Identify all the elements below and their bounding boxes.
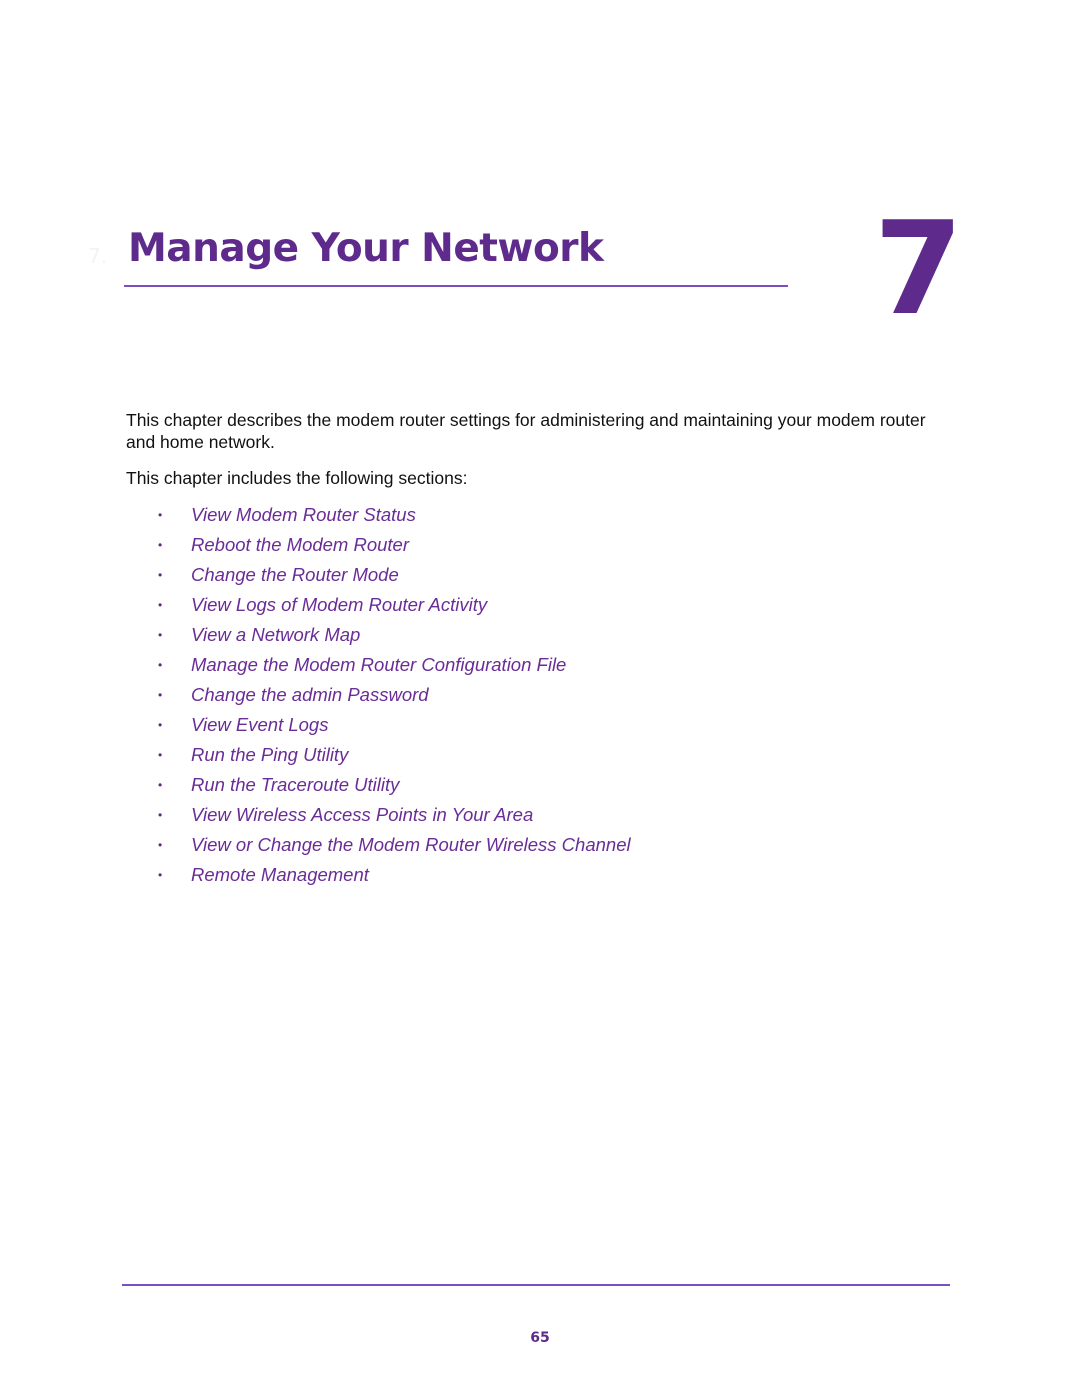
section-link-remote-management[interactable]: Remote Management	[191, 862, 369, 888]
bullet-icon: •	[158, 568, 163, 582]
section-link-ping-utility[interactable]: Run the Ping Utility	[191, 742, 348, 768]
section-link-configuration-file[interactable]: Manage the Modem Router Configuration Fi…	[191, 652, 566, 678]
bullet-icon: •	[158, 538, 163, 552]
section-link-traceroute-utility[interactable]: Run the Traceroute Utility	[191, 772, 399, 798]
section-item: • Change the Router Mode	[150, 560, 631, 590]
chapter-ghost-label: 7.	[88, 244, 108, 268]
section-item: • Manage the Modem Router Configuration F…	[150, 650, 631, 680]
section-list: • View Modem Router Status • Reboot the Mo…	[150, 500, 631, 890]
bullet-icon: •	[158, 508, 163, 522]
section-item: • Run the Traceroute Utility	[150, 770, 631, 800]
sections-lead: This chapter includes the following sect…	[126, 468, 468, 488]
section-link-view-event-logs[interactable]: View Event Logs	[191, 712, 328, 738]
section-link-change-router-mode[interactable]: Change the Router Mode	[191, 562, 399, 588]
section-link-view-network-map[interactable]: View a Network Map	[191, 622, 360, 648]
section-item: • Reboot the Modem Router	[150, 530, 631, 560]
intro-paragraph: This chapter describes the modem router …	[126, 410, 926, 452]
footer-divider	[122, 1284, 950, 1286]
bullet-icon: •	[158, 688, 163, 702]
bullet-icon: •	[158, 718, 163, 732]
section-item: • View a Network Map	[150, 620, 631, 650]
section-item: • Change the admin Password	[150, 680, 631, 710]
chapter-number: 7	[874, 195, 964, 344]
section-link-reboot-modem-router[interactable]: Reboot the Modem Router	[191, 532, 409, 558]
bullet-icon: •	[158, 868, 163, 882]
bullet-icon: •	[158, 808, 163, 822]
title-divider	[124, 285, 788, 287]
bullet-icon: •	[158, 748, 163, 762]
section-item: • View Modem Router Status	[150, 500, 631, 530]
bullet-icon: •	[158, 778, 163, 792]
bullet-icon: •	[158, 658, 163, 672]
page-number: 65	[530, 1330, 550, 1346]
bullet-icon: •	[158, 628, 163, 642]
section-item: • View Event Logs	[150, 710, 631, 740]
section-link-view-modem-router-status[interactable]: View Modem Router Status	[191, 502, 416, 528]
chapter-title: Manage Your Network	[128, 226, 604, 271]
section-item: • Run the Ping Utility	[150, 740, 631, 770]
section-link-view-logs[interactable]: View Logs of Modem Router Activity	[191, 592, 487, 618]
bullet-icon: •	[158, 838, 163, 852]
section-item: • Remote Management	[150, 860, 631, 890]
bullet-icon: •	[158, 598, 163, 612]
section-link-wireless-channel[interactable]: View or Change the Modem Router Wireless…	[191, 832, 631, 858]
section-link-wireless-access-points[interactable]: View Wireless Access Points in Your Area	[191, 802, 533, 828]
section-item: • View Wireless Access Points in Your Are…	[150, 800, 631, 830]
section-link-change-admin-password[interactable]: Change the admin Password	[191, 682, 429, 708]
section-item: • View or Change the Modem Router Wireles…	[150, 830, 631, 860]
section-item: • View Logs of Modem Router Activity	[150, 590, 631, 620]
